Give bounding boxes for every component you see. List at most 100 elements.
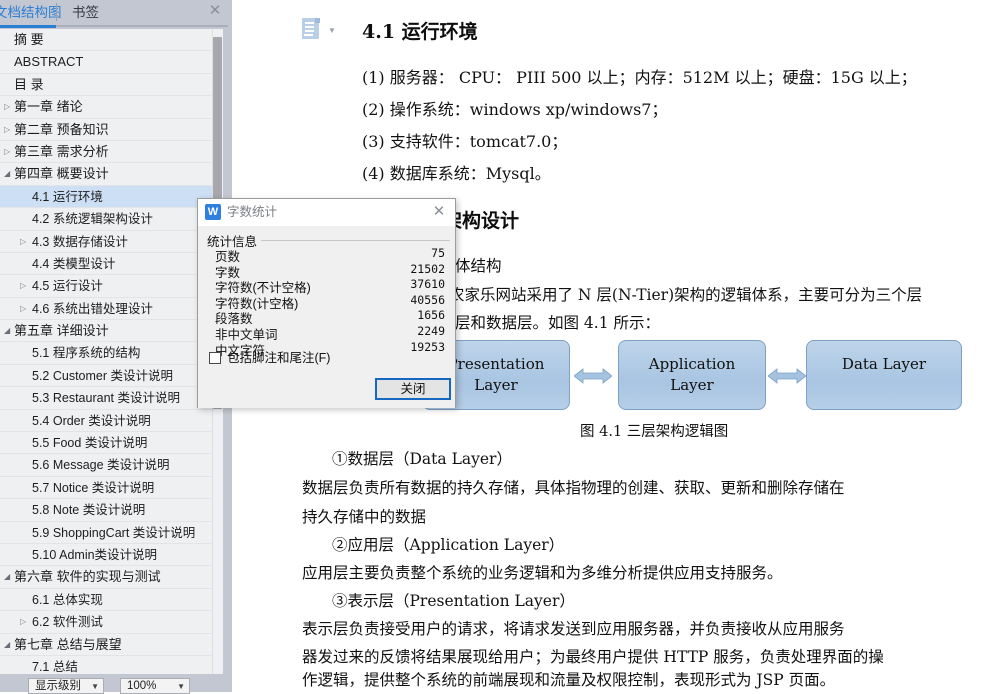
- nav-item-12[interactable]: ▷ 4.6 系统出错处理设计: [0, 298, 212, 321]
- stat-value: 19253: [410, 339, 445, 354]
- paragraph-4-2-line-3: 应用层和数据层。如图 4.1 所示：: [424, 314, 661, 332]
- dialog-close-button[interactable]: 关闭: [375, 378, 451, 400]
- document-icon-fold: [315, 18, 320, 23]
- section-item-2: 数据层负责所有数据的持久存储，具体指物理的创建、获取、更新和删除存储在: [302, 479, 845, 497]
- doc-list-item-1: (1) 服务器： CPU： PIII 500 以上；内存：512M 以上；硬盘：…: [362, 68, 917, 87]
- nav-item-25[interactable]: 6.1 总体实现: [0, 589, 212, 612]
- stat-value: 75: [431, 246, 445, 260]
- nav-item-6[interactable]: ◢ 第四章 概要设计: [0, 163, 212, 186]
- tree-expanded-icon[interactable]: ◢: [4, 163, 14, 184]
- nav-item-28[interactable]: 7.1 总结: [0, 656, 212, 674]
- nav-item-label: 第七章 总结与展望: [14, 636, 122, 652]
- dialog-title: 字数统计: [227, 205, 278, 219]
- tree-collapsed-icon[interactable]: ▷: [20, 611, 30, 632]
- heading-4-1: 4.1 运行环境: [362, 21, 478, 43]
- statistics-group-label: 统计信息: [207, 231, 262, 250]
- nav-item-11[interactable]: ▷ 4.5 运行设计: [0, 275, 212, 298]
- dialog-titlebar[interactable]: W 字数统计 ✕: [198, 199, 455, 226]
- nav-item-24[interactable]: ◢ 第六章 软件的实现与测试: [0, 566, 212, 589]
- doc-list-item-4: (4) 数据库系统：Mysql。: [362, 164, 551, 183]
- nav-item-label: ABSTRACT: [14, 54, 84, 70]
- nav-item-label: 摘 要: [14, 32, 44, 47]
- nav-item-22[interactable]: 5.9 ShoppingCart 类设计说明: [0, 522, 212, 544]
- nav-item-13[interactable]: ◢ 第五章 详细设计: [0, 320, 212, 343]
- paragraph-4-2-line-2: 现的农家乐网站采用了 N 层(N-Tier)架构的逻辑体系，主要可分为三个层: [418, 286, 923, 304]
- nav-item-label: 5.1 程序系统的结构: [32, 346, 141, 361]
- tab-document-map[interactable]: 文档结构图: [0, 3, 62, 23]
- figure-caption-4-1: 图 4.1 三层架构逻辑图: [580, 424, 729, 440]
- tree-expanded-icon[interactable]: ◢: [4, 634, 14, 655]
- diagram-arrow-left: [574, 368, 612, 384]
- nav-item-label: 5.2 Customer 类设计说明: [32, 368, 174, 383]
- nav-item-26[interactable]: ▷ 6.2 软件测试: [0, 611, 212, 634]
- tree-collapsed-icon[interactable]: ▷: [4, 141, 14, 162]
- section-item-6: ③表示层（Presentation Layer）: [332, 592, 575, 610]
- section-item-5: 应用层主要负责整个系统的业务逻辑和为多维分析提供应用支持服务。: [302, 564, 783, 582]
- diagram-box-1-line2: Layer: [670, 376, 714, 394]
- nav-item-label: 4.1 运行环境: [32, 189, 103, 204]
- nav-item-2[interactable]: 目 录: [0, 74, 212, 97]
- navigation-tabbar: 文档结构图 书签 ✕: [0, 0, 232, 28]
- diagram-box-application-layer: Application Layer: [618, 340, 766, 410]
- tree-collapsed-icon[interactable]: ▷: [20, 298, 30, 319]
- tab-bookmarks[interactable]: 书签: [72, 3, 99, 23]
- nav-item-label: 第四章 概要设计: [14, 166, 109, 182]
- stat-value: 21502: [410, 261, 445, 276]
- nav-item-23[interactable]: 5.10 Admin类设计说明: [0, 544, 212, 567]
- tree-expanded-icon[interactable]: ◢: [4, 566, 14, 587]
- nav-item-14[interactable]: 5.1 程序系统的结构: [0, 342, 212, 365]
- nav-item-20[interactable]: 5.7 Notice 类设计说明: [0, 477, 212, 500]
- include-footnotes-checkbox[interactable]: [209, 352, 221, 364]
- nav-item-15[interactable]: 5.2 Customer 类设计说明: [0, 365, 212, 388]
- nav-item-9[interactable]: ▷ 4.3 数据存储设计: [0, 231, 212, 253]
- nav-item-18[interactable]: 5.5 Food 类设计说明: [0, 432, 212, 455]
- word-count-dialog[interactable]: W 字数统计 ✕ 统计信息 页数 75 字数 21502 字符数(不计空格) 37610 字…: [197, 198, 456, 408]
- section-item-4: ②应用层（Application Layer）: [332, 536, 565, 554]
- diagram-box-2-line1: Data Layer: [841, 355, 927, 373]
- nav-item-label: 5.5 Food 类设计说明: [32, 436, 148, 451]
- nav-item-label: 5.4 Order 类设计说明: [32, 413, 151, 428]
- nav-item-1[interactable]: ABSTRACT: [0, 51, 212, 74]
- tree-collapsed-icon[interactable]: ▷: [4, 96, 14, 117]
- diagram-arrow-right: [768, 368, 806, 384]
- nav-item-label: 6.1 总体实现: [32, 592, 103, 607]
- nav-item-8[interactable]: 4.2 系统逻辑架构设计: [0, 208, 212, 231]
- section-item-3: 持久存储中的数据: [302, 508, 427, 526]
- nav-item-17[interactable]: 5.4 Order 类设计说明: [0, 410, 212, 433]
- section-item-1: ①数据层（Data Layer）: [332, 450, 512, 468]
- nav-item-21[interactable]: 5.8 Note 类设计说明: [0, 499, 212, 522]
- paste-options-control[interactable]: ▼: [302, 18, 348, 44]
- stat-row: 非中文单词 2249: [198, 324, 455, 342]
- tree-collapsed-icon[interactable]: ▷: [20, 231, 30, 252]
- nav-item-16[interactable]: 5.3 Restaurant 类设计说明: [0, 387, 212, 410]
- nav-item-7[interactable]: 4.1 运行环境: [0, 185, 212, 209]
- close-icon[interactable]: ✕: [206, 2, 224, 20]
- nav-item-5[interactable]: ▷ 第三章 需求分析: [0, 141, 212, 164]
- nav-item-19[interactable]: 5.6 Message 类设计说明: [0, 454, 212, 477]
- nav-item-3[interactable]: ▷ 第一章 绪论: [0, 96, 212, 119]
- nav-item-label: 第五章 详细设计: [14, 323, 109, 339]
- nav-item-label: 4.6 系统出错处理设计: [32, 301, 153, 316]
- nav-item-label: 5.8 Note 类设计说明: [32, 503, 146, 518]
- stat-value: 2249: [417, 324, 445, 338]
- chevron-down-icon[interactable]: ▼: [328, 26, 336, 35]
- nav-item-label: 4.4 类模型设计: [32, 256, 116, 271]
- nav-item-4[interactable]: ▷ 第二章 预备知识: [0, 119, 212, 141]
- nav-item-label: 第二章 预备知识: [14, 121, 109, 137]
- nav-item-0[interactable]: 摘 要: [0, 29, 212, 52]
- display-level-label: 显示级别: [35, 680, 81, 692]
- nav-item-label: 5.10 Admin类设计说明: [32, 547, 158, 562]
- nav-item-10[interactable]: 4.4 类模型设计: [0, 253, 212, 276]
- nav-item-27[interactable]: ◢ 第七章 总结与展望: [0, 634, 212, 656]
- doc-list-item-3: (3) 支持软件：tomcat7.0；: [362, 132, 568, 151]
- close-icon[interactable]: ✕: [430, 203, 448, 221]
- tree-collapsed-icon[interactable]: ▷: [20, 275, 30, 296]
- nav-item-label: 4.3 数据存储设计: [32, 234, 128, 249]
- nav-item-label: 4.2 系统逻辑架构设计: [32, 212, 153, 227]
- tree-expanded-icon[interactable]: ◢: [4, 320, 14, 341]
- navigation-list: 摘 要 ABSTRACT 目 录 ▷ 第一章 绪论 ▷ 第二章 预备知识 ▷ 第三章 需求分析 ◢…: [0, 29, 212, 674]
- section-item-9: 作逻辑，提供整个系统的前端展现和流量及权限控制，表现形式为 JSP 页面。: [302, 671, 836, 689]
- tree-collapsed-icon[interactable]: ▷: [4, 119, 14, 140]
- nav-item-label: 第六章 软件的实现与测试: [14, 569, 161, 585]
- stat-row: 段落数 1656: [198, 308, 455, 326]
